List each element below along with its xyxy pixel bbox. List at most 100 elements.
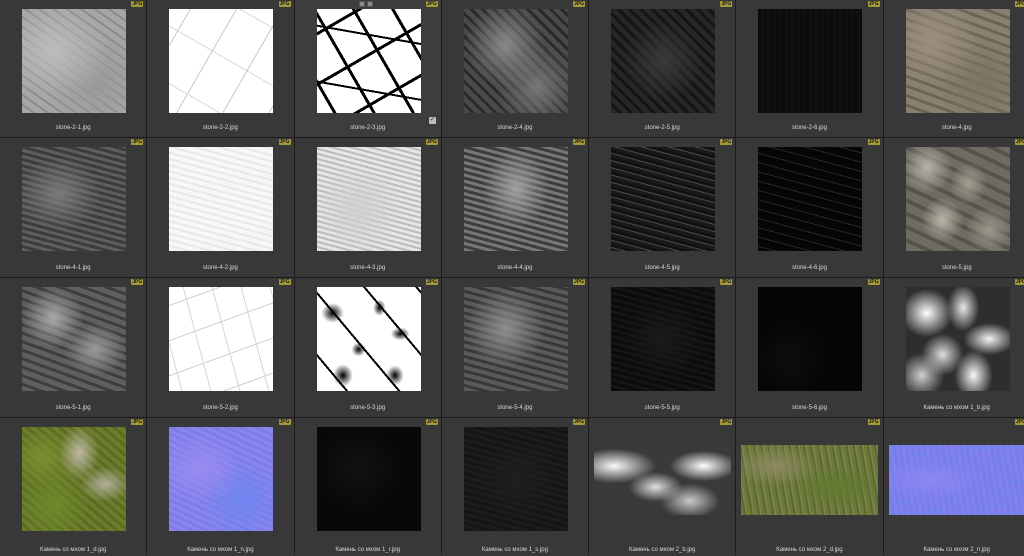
thumbnail-image[interactable] — [463, 287, 568, 391]
thumbnail-cell[interactable]: JPG stone-5-5.jpg — [589, 278, 736, 417]
thumbnail-cell[interactable]: JPG stone-2-1.jpg — [0, 0, 147, 137]
file-type-badge: JPG — [720, 279, 733, 285]
thumbnail-cell[interactable]: JPG stone-2-5.jpg — [589, 0, 736, 137]
thumbnail-image[interactable] — [316, 427, 421, 531]
thumbnail-cell[interactable]: JPG Камень со мхом 2_n.jpg — [883, 418, 1024, 556]
thumbnail-cell[interactable]: JPG Камень со мхом 1_d.jpg — [0, 418, 147, 556]
file-type-badge: JPG — [573, 279, 586, 285]
thumbnail-cell[interactable]: JPG stone-5-6.jpg — [736, 278, 883, 417]
file-type-badge: JPG — [278, 1, 291, 7]
thumbnail-image[interactable] — [758, 9, 863, 113]
thumbnail-image[interactable] — [463, 9, 568, 113]
file-name-label: stone-4-1.jpg — [55, 265, 91, 271]
thumbnail-image[interactable] — [594, 445, 732, 515]
file-name-label: stone-5-5.jpg — [644, 405, 680, 411]
thumbnail-image[interactable] — [905, 147, 1010, 251]
thumbnail-cell[interactable]: JPG stone-5.jpg — [883, 138, 1024, 277]
file-type-badge: JPG — [131, 139, 144, 145]
thumbnail-image[interactable] — [463, 427, 568, 531]
thumbnail-image[interactable] — [22, 147, 126, 251]
thumbnail-image[interactable] — [463, 147, 568, 251]
file-type-badge: JPG — [867, 1, 880, 7]
thumbnail-cell[interactable]: JPG stone-4-5.jpg — [589, 138, 736, 277]
file-type-badge: JPG — [278, 139, 291, 145]
thumbnail-cell[interactable]: JPG stone-2-2.jpg — [147, 0, 294, 137]
thumbnail-image[interactable] — [905, 9, 1010, 113]
file-name-label: stone-2-5.jpg — [644, 125, 680, 131]
checkbox-icon[interactable]: ✓ — [428, 117, 436, 124]
thumbnail-image[interactable] — [169, 287, 274, 391]
thumbnail-image[interactable] — [169, 147, 274, 251]
file-name-label: stone-5-3.jpg — [350, 405, 386, 411]
thumbnail-image[interactable] — [758, 287, 863, 391]
file-name-label: stone-5-4.jpg — [497, 405, 533, 411]
file-name-label: stone-2-1.jpg — [55, 125, 91, 131]
file-type-badge: JPG — [425, 139, 438, 145]
thumbnail-cell[interactable]: JPG stone-5-1.jpg — [0, 278, 147, 417]
file-name-label: stone-5-2.jpg — [202, 405, 238, 411]
thumbnail-cell[interactable]: JPG stone-4-6.jpg — [736, 138, 883, 277]
thumbnail-cell[interactable]: JPG stone-2-6.jpg — [736, 0, 883, 137]
edit-icon[interactable] — [366, 1, 373, 7]
thumbnail-image[interactable] — [22, 9, 126, 113]
thumbnail-image[interactable] — [169, 9, 274, 113]
thumbnail-image[interactable] — [22, 427, 126, 531]
thumbnail-cell[interactable]: JPG Камень со мхом 1_b.jpg — [883, 278, 1024, 417]
thumbnail-cell[interactable]: JPG Камень со мхом 2_b.jpg — [589, 418, 736, 556]
file-type-badge: JPG — [1014, 279, 1024, 285]
file-type-badge: JPG — [573, 139, 586, 145]
thumbnail-image[interactable] — [316, 147, 421, 251]
thumbnail-cell[interactable]: JPG stone-4-3.jpg — [294, 138, 441, 277]
file-name-label: stone-5-6.jpg — [791, 405, 827, 411]
thumbnail-image[interactable] — [611, 287, 716, 391]
file-type-badge: JPG — [278, 279, 291, 285]
file-type-badge: JPG — [867, 139, 880, 145]
file-type-badge: JPG — [425, 279, 438, 285]
file-type-badge: JPG — [720, 139, 733, 145]
file-name-label: stone-5-1.jpg — [55, 405, 91, 411]
thumbnail-image[interactable] — [611, 9, 716, 113]
thumbnail-image[interactable] — [316, 287, 421, 391]
file-type-badge: JPG — [131, 279, 144, 285]
thumbnail-image[interactable] — [905, 287, 1010, 391]
file-type-badge: JPG — [425, 1, 438, 7]
file-type-badge: JPG — [1014, 419, 1024, 425]
thumbnail-cell[interactable]: JPG stone-2-4.jpg — [441, 0, 589, 137]
file-name-label: stone-2-2.jpg — [202, 125, 238, 131]
thumbnail-cell[interactable]: JPG stone-4-4.jpg — [441, 138, 589, 277]
file-type-badge: JPG — [867, 419, 880, 425]
file-type-badge: JPG — [573, 1, 586, 7]
file-name-label: stone-4.jpg — [941, 125, 972, 131]
file-type-badge: JPG — [278, 419, 291, 425]
thumbnail-cell[interactable]: JPG Камень со мхом 1_s.jpg — [441, 418, 589, 556]
file-name-label: stone-5.jpg — [941, 265, 972, 271]
file-name-label: stone-2-6.jpg — [791, 125, 827, 131]
thumbnail-cell[interactable]: JPG stone-5-2.jpg — [147, 278, 294, 417]
thumbnail-cell[interactable]: JPG Камень со мхом 2_d.jpg — [736, 418, 883, 556]
file-name-label: Камень со мхом 1_b.jpg — [923, 405, 990, 411]
file-type-badge: JPG — [131, 1, 144, 7]
file-name-label: stone-2-4.jpg — [497, 125, 533, 131]
thumbnail-image[interactable] — [888, 445, 1024, 515]
thumbnail-image[interactable] — [611, 147, 716, 251]
thumbnail-cell[interactable]: JPG Камень со мхом 1_r.jpg — [294, 418, 441, 556]
thumbnail-cell[interactable]: JPG ✓ stone-2-3.jpg — [294, 0, 441, 137]
file-type-badge: JPG — [867, 279, 880, 285]
thumbnail-cell[interactable]: JPG stone-4.jpg — [883, 0, 1024, 137]
thumbnail-cell[interactable]: JPG stone-5-4.jpg — [441, 278, 589, 417]
frame-icon[interactable] — [358, 1, 365, 7]
thumbnail-cell[interactable]: JPG stone-5-3.jpg — [294, 278, 441, 417]
thumbnail-image[interactable] — [741, 445, 879, 515]
file-type-badge: JPG — [573, 419, 586, 425]
file-type-badge: JPG — [1014, 139, 1024, 145]
thumbnail-image[interactable] — [22, 287, 126, 391]
file-name-label: stone-2-3.jpg — [350, 125, 386, 131]
thumbnail-image[interactable] — [316, 9, 421, 113]
thumbnail-image[interactable] — [758, 147, 863, 251]
thumbnail-cell[interactable]: JPG Камень со мхом 1_n.jpg — [147, 418, 294, 556]
file-type-badge: JPG — [720, 1, 733, 7]
file-name-label: stone-4-2.jpg — [202, 265, 238, 271]
thumbnail-cell[interactable]: JPG stone-4-2.jpg — [147, 138, 294, 277]
thumbnail-image[interactable] — [169, 427, 274, 531]
thumbnail-cell[interactable]: JPG stone-4-1.jpg — [0, 138, 147, 277]
